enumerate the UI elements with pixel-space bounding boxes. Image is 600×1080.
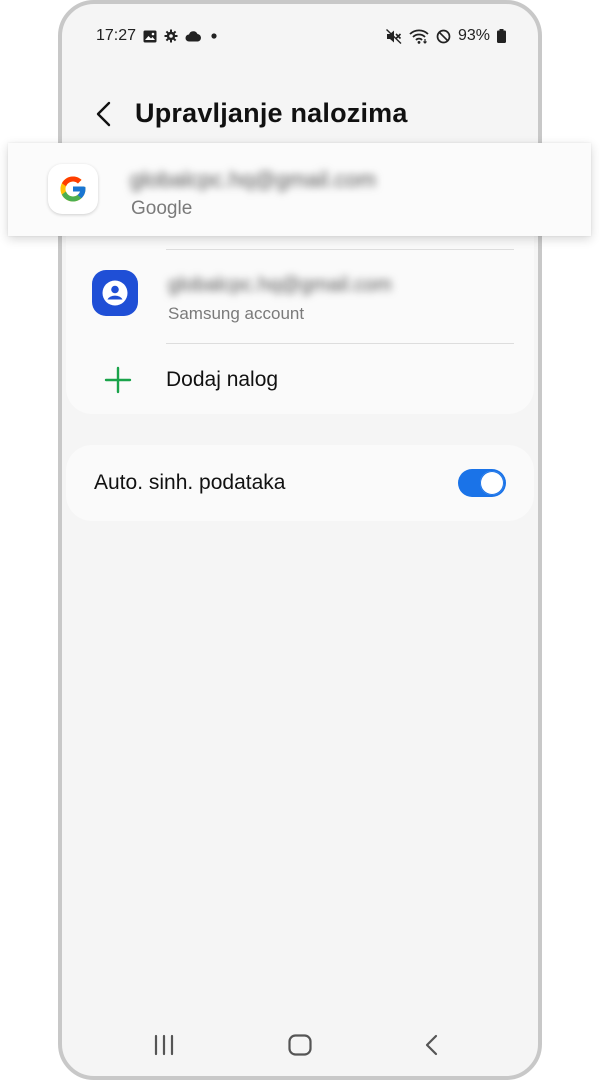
auto-sync-row[interactable]: Auto. sinh. podataka (66, 445, 534, 521)
account-email: globalcpc.hq@gmail.com (130, 167, 377, 192)
wifi-icon (409, 29, 429, 44)
auto-sync-toggle[interactable] (458, 469, 506, 497)
status-left: 17:27 (96, 27, 219, 45)
account-type: Samsung account (168, 304, 305, 323)
account-email: globalcpc.hq@gmail.com (168, 274, 392, 296)
mute-icon (385, 28, 402, 44)
account-row-google[interactable]: globalcpc.hq@gmail.com Google (8, 143, 591, 236)
page-title: Upravljanje nalozima (135, 98, 408, 128)
battery-percent: 93% (457, 27, 490, 44)
battery-icon (497, 29, 506, 43)
add-account-button[interactable]: Dodaj nalog (62, 344, 538, 416)
navigation-bar (62, 1016, 538, 1076)
samsung-account-icon (92, 270, 138, 316)
nav-back-icon[interactable] (424, 1034, 440, 1056)
chevron-left-icon (96, 101, 111, 127)
add-account-label: Dodaj nalog (166, 368, 279, 391)
recent-apps-icon[interactable] (152, 1034, 176, 1056)
dot-icon (209, 31, 219, 41)
status-time: 17:27 (96, 27, 137, 44)
gear-icon (164, 29, 178, 43)
app-header: Upravljanje nalozima (62, 86, 538, 142)
gallery-icon (143, 30, 157, 43)
status-right: 93% (385, 27, 506, 45)
status-bar: 17:27 93% (62, 4, 538, 68)
home-icon[interactable] (287, 1033, 313, 1057)
auto-sync-label: Auto. sinh. podataka (94, 471, 286, 494)
do-not-disturb-icon (436, 29, 451, 44)
back-button[interactable] (88, 98, 120, 130)
plus-icon (104, 366, 132, 394)
toggle-knob (480, 471, 504, 495)
account-type: Google (131, 198, 193, 219)
cloud-icon (185, 30, 202, 42)
google-icon (48, 164, 98, 214)
